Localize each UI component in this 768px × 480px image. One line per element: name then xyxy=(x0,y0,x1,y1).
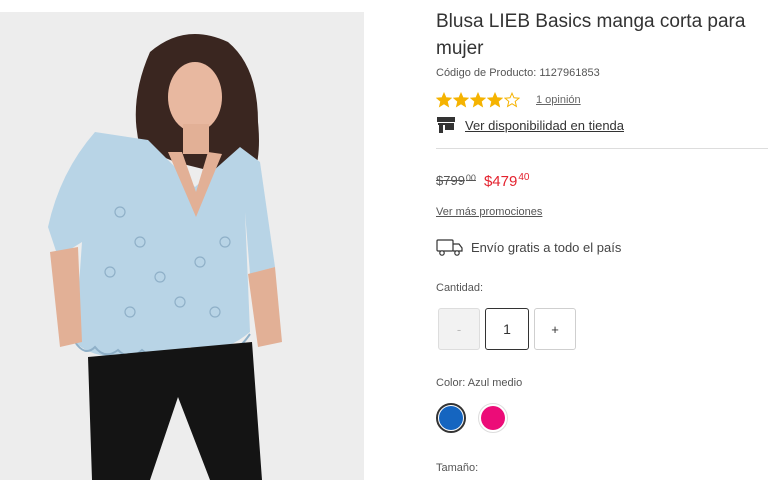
product-code: Código de Producto: 1127961853 xyxy=(436,67,600,79)
star-rating xyxy=(436,92,520,108)
original-price-cents: 00 xyxy=(465,173,476,183)
sale-price: $47940 xyxy=(484,172,530,192)
decrease-quantity-button[interactable]: - xyxy=(438,308,480,350)
star-filled-icon xyxy=(487,92,503,108)
color-swatch-dot xyxy=(481,406,505,430)
original-price-main: $799 xyxy=(436,173,465,188)
color-swatches xyxy=(436,403,508,433)
star-filled-icon xyxy=(470,92,486,108)
product-title: Blusa LIEB Basics manga corta para mujer xyxy=(436,11,746,59)
quantity-input[interactable]: 1 xyxy=(485,308,529,350)
divider xyxy=(436,148,768,149)
free-shipping-info: Envío gratis a todo el país xyxy=(436,237,621,257)
more-promotions-link[interactable]: Ver más promociones xyxy=(436,206,542,218)
product-info-panel: Blusa LIEB Basics manga corta para mujer… xyxy=(436,0,768,480)
price-block: $79900 $47940 xyxy=(436,172,529,192)
store-availability-link[interactable]: Ver disponibilidad en tienda xyxy=(436,116,624,134)
sale-price-cents: 40 xyxy=(518,172,530,183)
product-rating: 1 opinión xyxy=(436,92,581,108)
truck-icon xyxy=(436,239,463,256)
star-filled-icon xyxy=(436,92,452,108)
sale-price-main: $479 xyxy=(483,173,518,190)
quantity-stepper: - 1 + xyxy=(438,308,576,350)
product-image[interactable] xyxy=(0,12,364,480)
color-label: Color: Azul medio xyxy=(436,377,523,389)
store-availability-label[interactable]: Ver disponibilidad en tienda xyxy=(465,118,624,133)
star-filled-icon xyxy=(453,92,469,108)
color-swatch-dot xyxy=(439,406,463,430)
quantity-label: Cantidad: xyxy=(436,282,484,294)
color-swatch[interactable] xyxy=(478,403,508,433)
increase-quantity-button[interactable]: + xyxy=(534,308,576,350)
size-label: Tamaño: xyxy=(436,462,479,474)
store-icon xyxy=(437,117,455,133)
free-shipping-label: Envío gratis a todo el país xyxy=(471,239,622,255)
original-price: $79900 xyxy=(436,172,476,190)
product-photo xyxy=(0,12,364,480)
star-empty-icon xyxy=(504,92,520,108)
color-swatch[interactable] xyxy=(436,403,466,433)
reviews-link[interactable]: 1 opinión xyxy=(536,94,581,106)
